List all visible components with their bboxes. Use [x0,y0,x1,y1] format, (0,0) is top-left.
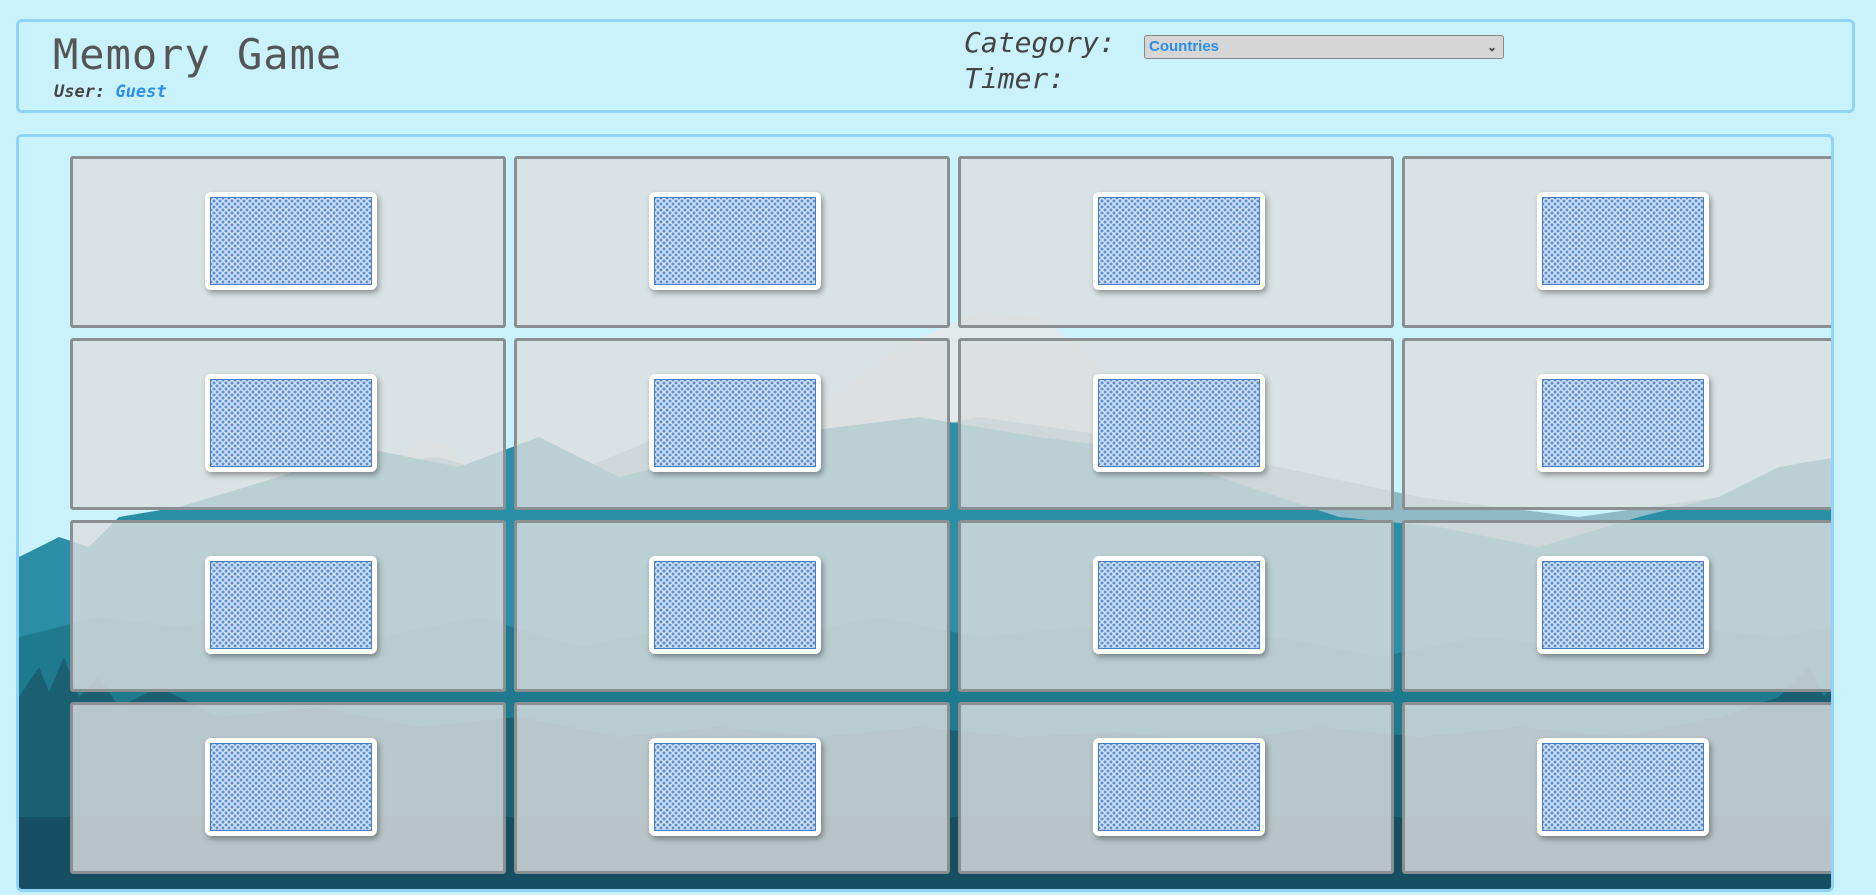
card-back-pattern [654,561,816,649]
timer-label: Timer: [964,62,1066,95]
card-back-pattern [1542,379,1704,467]
card-back-pattern [1542,561,1704,649]
card-tile[interactable] [514,520,950,692]
card-back[interactable] [1537,374,1709,472]
card-back-pattern [210,379,372,467]
card-back-pattern [1542,197,1704,285]
card-tile[interactable] [1402,156,1831,328]
category-selected-value: Countries [1149,38,1220,55]
card-back[interactable] [649,556,821,654]
game-header: Memory Game User: Guest Category: Timer:… [16,19,1855,113]
chevron-down-icon: ⌄ [1486,40,1497,54]
card-back[interactable] [205,192,377,290]
card-back[interactable] [1093,556,1265,654]
card-tile[interactable] [1402,520,1831,692]
card-tile[interactable] [958,338,1394,510]
card-tile[interactable] [958,520,1394,692]
card-back[interactable] [205,556,377,654]
card-tile[interactable] [1402,338,1831,510]
card-back-pattern [210,561,372,649]
card-tile[interactable] [70,702,506,874]
card-tile[interactable] [514,702,950,874]
card-back-pattern [210,197,372,285]
card-back-pattern [1098,561,1260,649]
card-back-pattern [1542,743,1704,831]
card-back[interactable] [649,738,821,836]
card-back[interactable] [1093,192,1265,290]
page-title: Memory Game [53,30,343,79]
category-label: Category: [964,26,1116,59]
user-info: User: Guest [54,82,167,102]
card-back-pattern [210,743,372,831]
card-tile[interactable] [958,702,1394,874]
card-back[interactable] [649,192,821,290]
card-tile[interactable] [514,156,950,328]
card-back[interactable] [1093,738,1265,836]
card-back[interactable] [1537,556,1709,654]
card-back-pattern [654,197,816,285]
card-back-pattern [1098,379,1260,467]
card-tile[interactable] [958,156,1394,328]
card-back[interactable] [1537,192,1709,290]
card-tile[interactable] [70,338,506,510]
card-tile[interactable] [514,338,950,510]
card-tile[interactable] [1402,702,1831,874]
card-back[interactable] [649,374,821,472]
card-back[interactable] [205,738,377,836]
user-name-link[interactable]: Guest [115,82,166,102]
card-tile[interactable] [70,156,506,328]
card-tile[interactable] [70,520,506,692]
card-back[interactable] [1537,738,1709,836]
user-label: User: [54,82,106,102]
card-back[interactable] [205,374,377,472]
card-back[interactable] [1093,374,1265,472]
card-back-pattern [1098,743,1260,831]
category-select[interactable]: Countries ⌄ [1144,35,1504,59]
game-board [16,134,1834,892]
card-back-pattern [654,379,816,467]
card-back-pattern [1098,197,1260,285]
card-back-pattern [654,743,816,831]
